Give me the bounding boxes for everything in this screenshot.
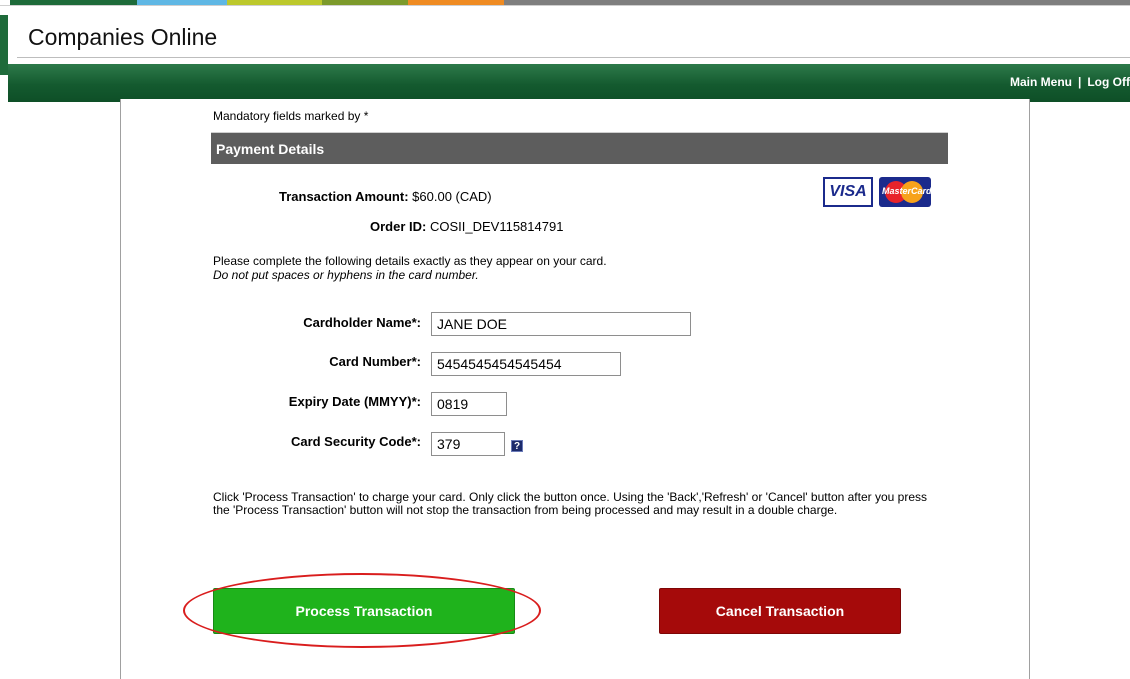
cardholder-name-input[interactable]	[431, 312, 691, 336]
nav-links: Main Menu | Log Off	[1010, 75, 1130, 89]
instructions-line: Please complete the following details ex…	[213, 254, 607, 268]
expiry-date-label: Expiry Date (MMYY)*:	[288, 394, 421, 409]
accepted-cards: VISA MasterCard	[823, 177, 931, 207]
app-header: Companies Online	[0, 5, 1130, 75]
order-id-value: COSII_DEV115814791	[429, 219, 564, 234]
nav-bar: Main Menu | Log Off	[8, 64, 1130, 102]
visa-logo: VISA	[823, 177, 873, 207]
expiry-date-input[interactable]	[431, 392, 507, 416]
security-code-label: Card Security Code*:	[290, 434, 421, 449]
transaction-amount-row: Transaction Amount: $60.00 (CAD)	[279, 189, 492, 204]
mandatory-note: Mandatory fields marked by *	[213, 109, 369, 123]
order-id-row: Order ID: COSII_DEV115814791	[370, 219, 563, 234]
main-menu-link[interactable]: Main Menu	[1010, 75, 1072, 89]
order-id-label: Order ID:	[370, 219, 427, 234]
payment-details-header: Payment Details	[211, 132, 948, 164]
highlight-ellipse	[183, 573, 541, 648]
transaction-amount-label: Transaction Amount:	[279, 189, 409, 204]
nav-separator: |	[1077, 75, 1082, 89]
security-code-help-icon[interactable]: ?	[511, 440, 523, 452]
app-title: Companies Online	[28, 24, 218, 50]
card-number-input[interactable]	[431, 352, 621, 376]
card-number-label: Card Number*:	[329, 354, 421, 369]
transaction-amount-value: $60.00 (CAD)	[412, 189, 492, 204]
security-code-input[interactable]	[431, 432, 505, 456]
log-off-link[interactable]: Log Off	[1087, 75, 1130, 89]
card-instructions: Please complete the following details ex…	[213, 254, 607, 282]
cancel-transaction-button[interactable]: Cancel Transaction	[659, 588, 901, 634]
double-charge-notice: Click 'Process Transaction' to charge yo…	[213, 490, 927, 517]
instructions-note: Do not put spaces or hyphens in the card…	[213, 268, 479, 282]
header-left-edge	[0, 15, 8, 75]
cardholder-name-label: Cardholder Name*:	[303, 315, 421, 330]
header-divider	[17, 57, 1130, 58]
mastercard-logo: MasterCard	[879, 177, 931, 207]
